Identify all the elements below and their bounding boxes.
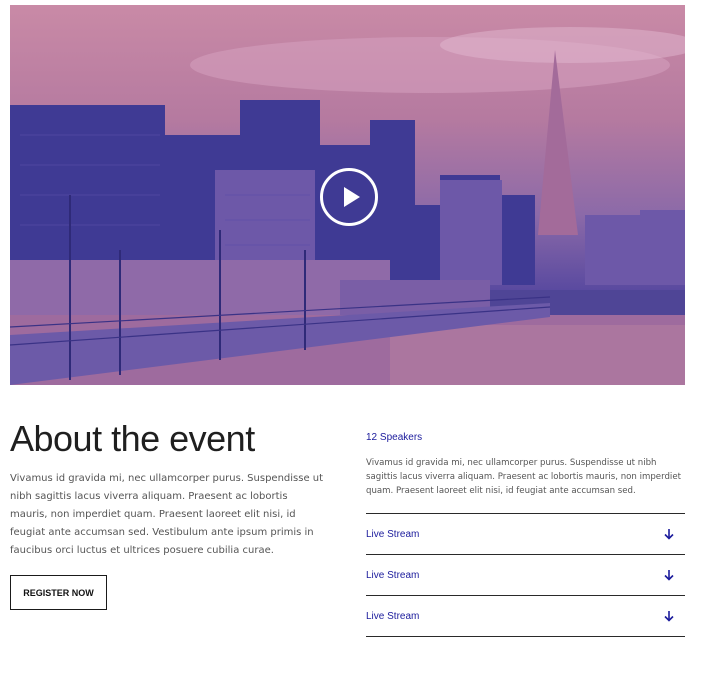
accordion-item[interactable]: Live Stream	[366, 514, 685, 555]
about-description: Vivamus id gravida mi, nec ullamcorper p…	[10, 473, 324, 556]
accordion-item[interactable]: Live Stream	[366, 596, 685, 637]
speakers-description: Vivamus id gravida mi, nec ullamcorper p…	[366, 458, 681, 496]
play-icon	[343, 187, 360, 207]
accordion-item-label: Live Stream	[366, 610, 420, 622]
play-button[interactable]	[320, 168, 378, 226]
accordion-item-label: Live Stream	[366, 569, 420, 581]
live-stream-accordion: Live Stream Live Stream Live Stream	[366, 513, 685, 637]
accordion-item[interactable]: Live Stream	[366, 555, 685, 596]
hero-video-banner[interactable]	[10, 5, 685, 385]
accordion-item-label: Live Stream	[366, 528, 420, 540]
arrow-down-icon	[664, 570, 674, 581]
speakers-count-label: 12 Speakers	[366, 432, 423, 443]
arrow-down-icon	[664, 529, 674, 540]
arrow-down-icon	[664, 611, 674, 622]
register-now-button[interactable]: REGISTER NOW	[10, 575, 107, 610]
page-title: About the event	[10, 418, 255, 459]
